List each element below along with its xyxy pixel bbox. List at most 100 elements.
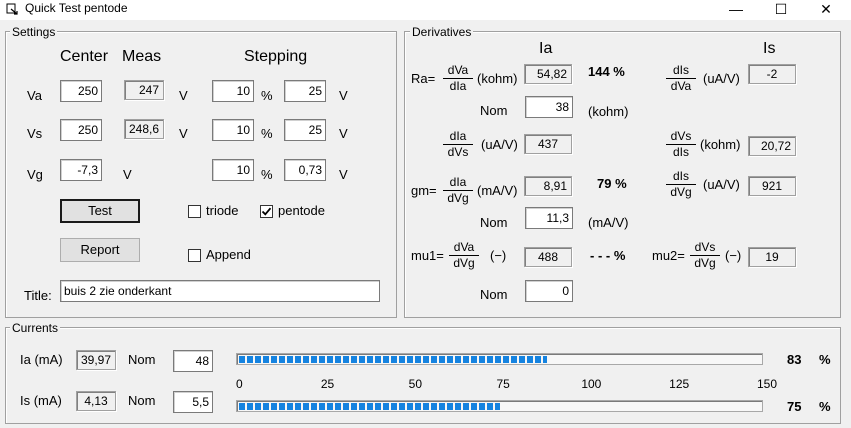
vs-pct-sign: % — [261, 126, 273, 141]
mu1-label: mu1= — [411, 248, 444, 263]
ra-value: 54,82 — [524, 64, 572, 84]
gm-value: 8,91 — [524, 176, 572, 196]
ia-current-label: Ia (mA) — [20, 352, 63, 367]
gm-fraction: dIa dVg — [443, 176, 473, 205]
va-pct-sign: % — [261, 88, 273, 103]
va-step-value-input[interactable]: 25 — [284, 80, 326, 102]
ia-nom-input[interactable]: 48 — [173, 350, 213, 372]
vg-step-value-input[interactable]: 0,73 — [284, 159, 326, 181]
ra-unit: (kohm) — [477, 71, 518, 86]
scale-tick-label: 0 — [236, 377, 243, 391]
mu1-fraction: dVa dVg — [449, 241, 479, 270]
vg-center-input[interactable]: -7,3 — [60, 159, 102, 181]
triode-checkbox[interactable] — [188, 205, 201, 218]
mu-nom-input[interactable]: 0 — [525, 280, 573, 302]
append-checkbox[interactable] — [188, 249, 201, 262]
is-percent-sign: % — [819, 399, 831, 414]
pentode-checkbox[interactable] — [260, 205, 273, 218]
mu1-percent: - - - % — [590, 248, 626, 263]
ra-fraction: dVa dIa — [443, 64, 473, 93]
vg-label: Vg — [27, 167, 43, 182]
scale-tick-label: 50 — [408, 377, 423, 391]
is-nom-input[interactable]: 5,5 — [173, 391, 213, 413]
ia-nom-label: Nom — [128, 352, 156, 367]
va-center-input[interactable]: 250 — [60, 80, 102, 102]
dis-dva-unit: (uA/V) — [703, 71, 740, 86]
ia-current-value: 39,97 — [76, 350, 116, 370]
vs-unit: V — [179, 126, 188, 141]
ia-percent-sign: % — [819, 352, 831, 367]
gm-unit: (mA/V) — [477, 183, 518, 198]
maximize-button[interactable]: ☐ — [758, 0, 804, 20]
close-icon: ✕ — [820, 1, 832, 17]
dis-dvg-fraction: dIs dVg — [666, 170, 696, 199]
is-progress-fill — [239, 403, 500, 410]
dis-dvg-unit: (uA/V) — [703, 177, 740, 192]
dvs-dis-fraction: dVs dIs — [666, 130, 696, 159]
close-button[interactable]: ✕ — [803, 0, 849, 20]
ra-nom-label: Nom — [480, 103, 508, 118]
vs-step-pct-input[interactable]: 10 — [212, 119, 254, 141]
scale-tick-label: 100 — [581, 377, 602, 391]
window-title: Quick Test pentode — [25, 1, 128, 15]
is-nom-label: Nom — [128, 393, 156, 408]
append-label[interactable]: Append — [206, 247, 251, 263]
vs-label: Vs — [27, 126, 43, 141]
ra-label: Ra= — [411, 71, 436, 86]
dia-dvs-value: 437 — [524, 134, 572, 154]
mu2-label: mu2= — [652, 248, 685, 263]
is-progress-bar — [236, 400, 763, 412]
vg-step-unit: V — [339, 167, 348, 182]
dia-dvs-unit: (uA/V) — [481, 137, 518, 152]
minimize-button[interactable]: — — [713, 0, 759, 20]
dia-dvs-fraction: dIa dVs — [443, 130, 473, 159]
test-button[interactable]: Test — [60, 199, 140, 223]
mu1-unit: (−) — [490, 248, 507, 263]
app-icon — [6, 3, 18, 15]
gm-percent: 79 % — [597, 176, 627, 191]
center-header: Center — [60, 48, 109, 65]
vg-pct-sign: % — [261, 167, 273, 182]
ra-percent: 144 % — [588, 64, 625, 79]
ia-progress-bar — [236, 353, 763, 365]
ra-nom-input[interactable]: 38 — [525, 96, 573, 118]
vs-step-value-input[interactable]: 25 — [284, 119, 326, 141]
derivatives-caption: Derivatives — [410, 25, 474, 39]
mu2-value: 19 — [748, 247, 796, 267]
title-input[interactable]: buis 2 zie onderkant — [60, 280, 380, 302]
va-meas-field: 247 — [124, 80, 164, 100]
ia-percent-value: 83 — [787, 352, 802, 367]
mu1-value: 488 — [524, 247, 572, 267]
settings-caption: Settings — [10, 25, 58, 39]
dvs-dis-unit: (kohm) — [700, 137, 741, 152]
vg-unit: V — [123, 167, 132, 182]
gm-nom-unit: (mA/V) — [588, 215, 629, 230]
va-step-pct-input[interactable]: 10 — [212, 80, 254, 102]
title-bar: Quick Test pentode — ☐ ✕ — [0, 0, 851, 20]
vg-step-pct-input[interactable]: 10 — [212, 159, 254, 181]
is-current-value: 4,13 — [76, 391, 116, 411]
triode-label[interactable]: triode — [206, 203, 239, 219]
vs-meas-field: 248,6 — [124, 119, 164, 139]
stepping-header: Stepping — [244, 48, 308, 65]
minimize-icon: — — [729, 1, 743, 17]
report-button[interactable]: Report — [60, 238, 140, 262]
scale-tick-label: 75 — [496, 377, 510, 391]
dis-dva-value: -2 — [748, 64, 796, 84]
vs-center-input[interactable]: 250 — [60, 119, 102, 141]
dis-dvg-value: 921 — [748, 176, 796, 196]
ra-nom-unit: (kohm) — [588, 104, 629, 119]
mu2-unit: (−) — [725, 248, 742, 263]
dis-dva-fraction: dIs dVa — [666, 64, 696, 93]
scale-tick-label: 150 — [757, 377, 778, 391]
is-current-label: Is (mA) — [20, 393, 62, 408]
is-column-header: Is — [763, 40, 776, 57]
ia-column-header: Ia — [539, 40, 553, 57]
scale-tick-label: 125 — [669, 377, 690, 391]
va-unit: V — [179, 88, 188, 103]
pentode-label[interactable]: pentode — [278, 203, 325, 219]
meas-header: Meas — [122, 48, 162, 65]
gm-nom-input[interactable]: 11,3 — [525, 207, 573, 229]
mu2-fraction: dVs dVg — [690, 241, 720, 270]
va-label: Va — [27, 88, 42, 103]
